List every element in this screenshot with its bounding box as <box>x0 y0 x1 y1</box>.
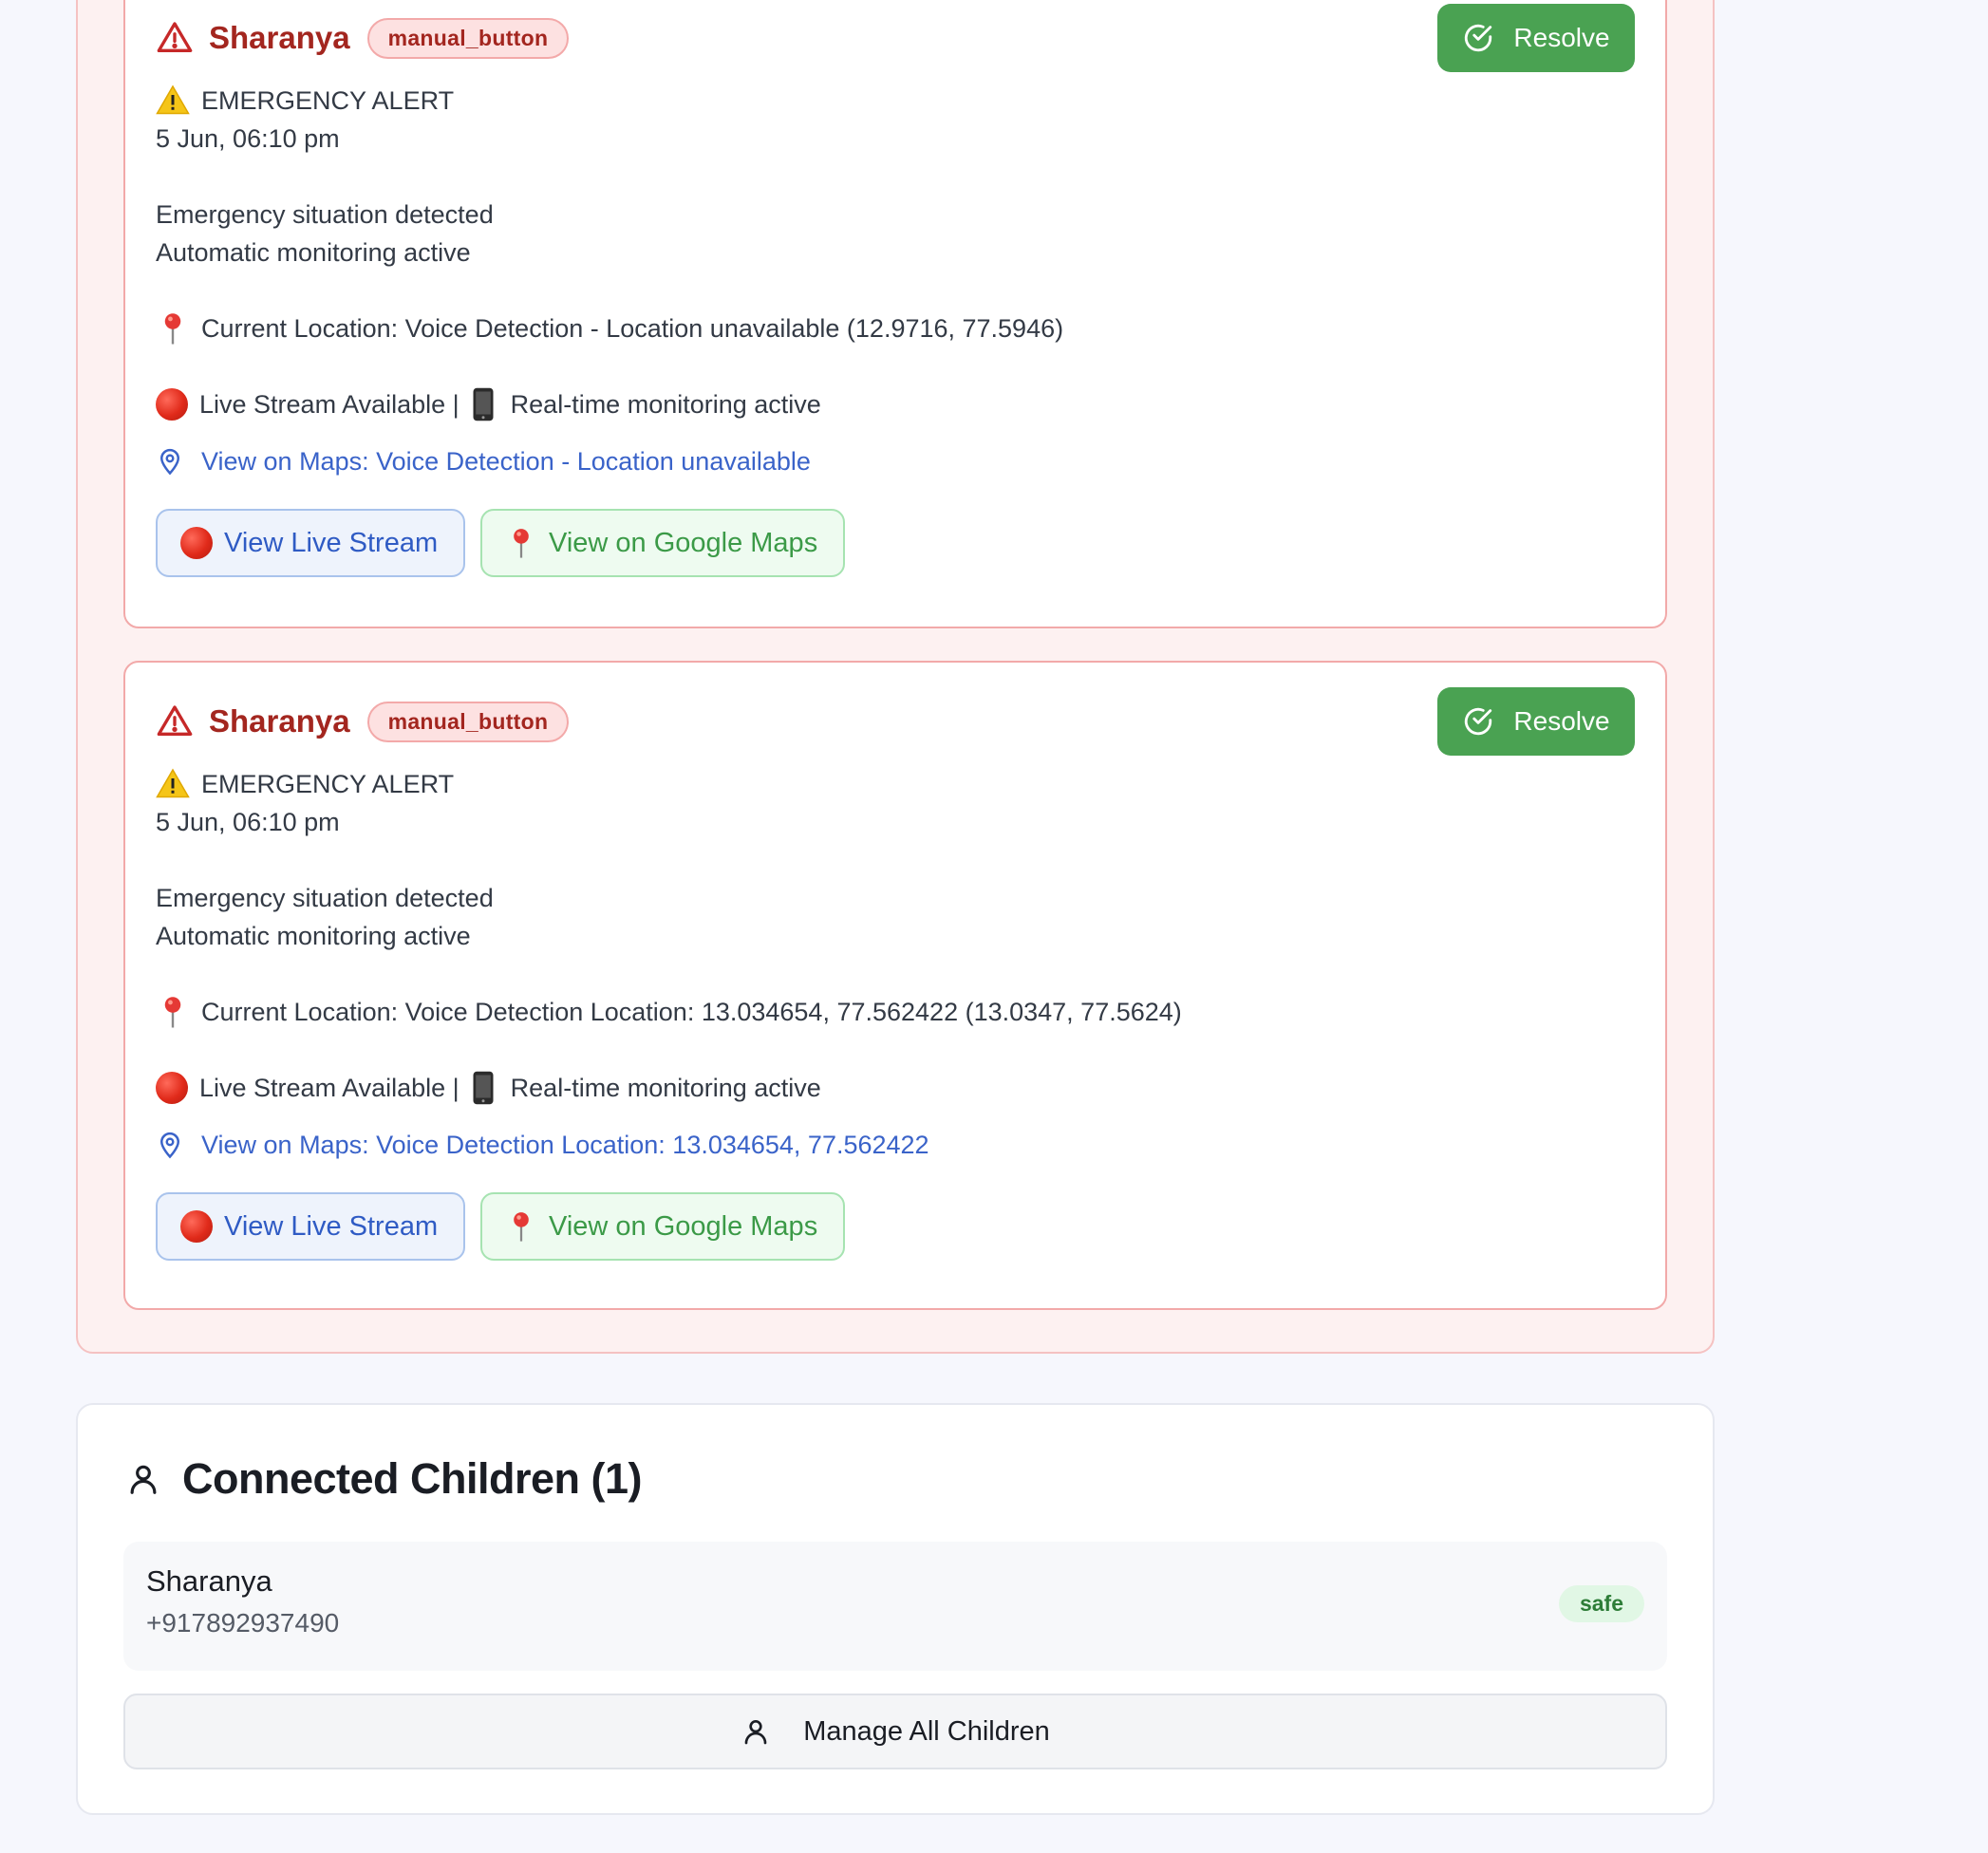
view-google-maps-button[interactable]: View on Google Maps <box>480 1192 845 1261</box>
connected-children-card: Connected Children (1) Sharanya +9178929… <box>76 1403 1715 1815</box>
pushpin-icon <box>514 529 529 558</box>
warning-triangle-icon <box>157 22 193 52</box>
pushpin-icon <box>164 313 181 345</box>
alert-message-line-1: Emergency situation detected <box>156 200 494 229</box>
alert-title-row: EMERGENCY ALERT <box>156 82 1635 120</box>
alert-actions: View Live Stream View on Google Maps <box>156 1192 1635 1261</box>
child-name: Sharanya <box>146 1564 272 1598</box>
stream-status: Live Stream Available | <box>199 390 459 419</box>
alert-title: EMERGENCY ALERT <box>201 86 455 115</box>
location-row: Current Location: Voice Detection Locati… <box>156 993 1635 1031</box>
alert-message-line-2: Automatic monitoring active <box>156 238 471 267</box>
stream-status-row: Live Stream Available | Real-time monito… <box>156 385 1635 423</box>
resolve-button[interactable]: Resolve <box>1437 4 1635 72</box>
child-row[interactable]: Sharanya +917892937490 safe <box>123 1542 1667 1671</box>
alert-card: Sharanya manual_button Resolve EMERGENCY… <box>123 661 1667 1310</box>
user-icon <box>744 1720 767 1745</box>
warning-emoji-icon <box>156 84 190 115</box>
red-circle-icon <box>156 388 188 421</box>
child-phone: +917892937490 <box>146 1608 340 1638</box>
red-circle-icon <box>180 1210 213 1243</box>
alert-time: 5 Jun, 06:10 pm <box>156 808 340 836</box>
view-google-maps-button[interactable]: View on Google Maps <box>480 509 845 577</box>
user-icon <box>130 1465 157 1494</box>
manage-all-children-button[interactable]: Manage All Children <box>123 1694 1667 1769</box>
warning-emoji-icon <box>156 768 190 798</box>
google-maps-label: View on Google Maps <box>549 1210 818 1242</box>
alert-card: Sharanya manual_button Resolve EMERGENCY… <box>123 0 1667 628</box>
live-stream-label: View Live Stream <box>224 1210 439 1242</box>
stream-status-row: Live Stream Available | Real-time monito… <box>156 1069 1635 1107</box>
view-live-stream-button[interactable]: View Live Stream <box>156 509 465 577</box>
live-stream-label: View Live Stream <box>224 527 439 558</box>
trigger-badge: manual_button <box>366 701 570 742</box>
warning-triangle-icon <box>157 705 193 736</box>
stream-status: Live Stream Available | <box>199 1074 459 1102</box>
monitoring-status: Real-time monitoring active <box>510 1074 821 1102</box>
alert-child-name: Sharanya <box>209 703 350 739</box>
alert-header: Sharanya manual_button Resolve <box>156 4 1635 72</box>
active-alerts-panel: Sharanya manual_button Resolve EMERGENCY… <box>76 0 1715 1354</box>
alert-actions: View Live Stream View on Google Maps <box>156 509 1635 577</box>
alert-title-row: EMERGENCY ALERT <box>156 765 1635 803</box>
red-circle-icon <box>156 1072 188 1104</box>
alert-message-line-2: Automatic monitoring active <box>156 922 471 950</box>
connected-children-heading: Connected Children (1) <box>125 1451 643 1507</box>
mobile-phone-icon <box>473 387 494 421</box>
resolve-label: Resolve <box>1513 23 1610 52</box>
check-circle-icon <box>1465 24 1492 52</box>
alert-message-line-1: Emergency situation detected <box>156 884 494 912</box>
current-location: Current Location: Voice Detection - Loca… <box>201 314 1064 343</box>
alert-child-name: Sharanya <box>209 20 350 55</box>
mobile-phone-icon <box>473 1071 494 1105</box>
map-link-label: View on Maps: Voice Detection - Location… <box>201 447 811 476</box>
check-circle-icon <box>1465 707 1492 736</box>
resolve-label: Resolve <box>1513 706 1610 736</box>
current-location: Current Location: Voice Detection Locati… <box>201 998 1182 1026</box>
location-row: Current Location: Voice Detection - Loca… <box>156 309 1635 347</box>
connected-children-title: Connected Children (1) <box>182 1454 643 1503</box>
monitoring-status: Real-time monitoring active <box>510 390 821 419</box>
map-pin-icon <box>159 448 180 476</box>
alert-header: Sharanya manual_button Resolve <box>156 687 1635 756</box>
resolve-button[interactable]: Resolve <box>1437 687 1635 756</box>
manage-all-children-label: Manage All Children <box>803 1715 1050 1747</box>
map-pin-icon <box>159 1132 180 1159</box>
red-circle-icon <box>180 527 213 559</box>
status-badge: safe <box>1558 1585 1644 1622</box>
view-on-maps-link[interactable]: View on Maps: Voice Detection Location: … <box>156 1126 1635 1164</box>
trigger-badge: manual_button <box>366 17 570 59</box>
view-live-stream-button[interactable]: View Live Stream <box>156 1192 465 1261</box>
alert-time: 5 Jun, 06:10 pm <box>156 124 340 153</box>
view-on-maps-link[interactable]: View on Maps: Voice Detection - Location… <box>156 442 1635 480</box>
pushpin-icon <box>514 1212 529 1242</box>
alert-title: EMERGENCY ALERT <box>201 770 455 798</box>
google-maps-label: View on Google Maps <box>549 527 818 558</box>
map-link-label: View on Maps: Voice Detection Location: … <box>201 1131 929 1159</box>
pushpin-icon <box>164 997 181 1028</box>
